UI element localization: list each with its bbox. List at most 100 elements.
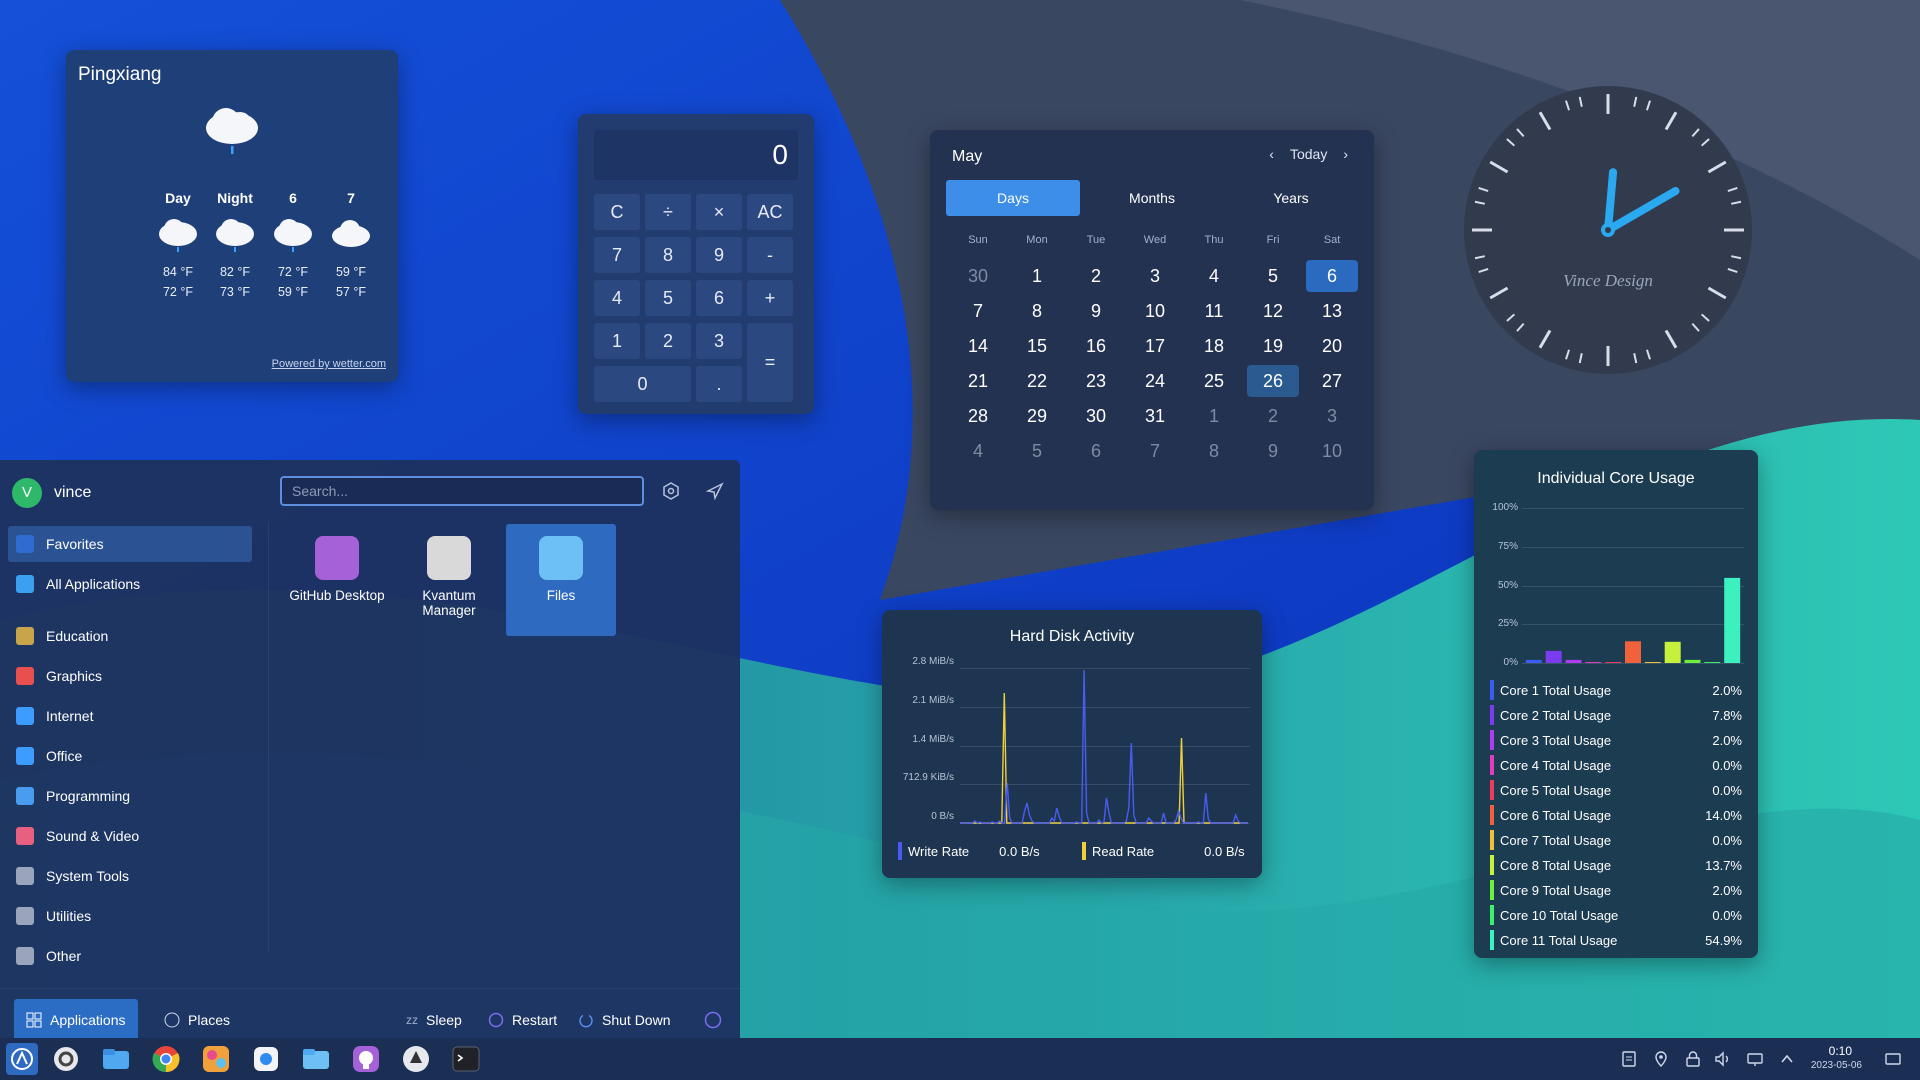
tab-days[interactable]: Days bbox=[946, 180, 1080, 216]
sidebar-item-other[interactable]: Other bbox=[8, 938, 252, 974]
taskbar-terminal[interactable] bbox=[450, 1043, 482, 1075]
calendar-day[interactable]: 7 bbox=[1129, 435, 1181, 467]
calendar-day[interactable]: 20 bbox=[1306, 330, 1358, 362]
calendar-day[interactable]: 13 bbox=[1306, 295, 1358, 327]
calendar-day[interactable]: 2 bbox=[1070, 260, 1122, 292]
chevron-left-icon[interactable]: ‹ bbox=[1269, 146, 1274, 162]
calendar-day[interactable]: 1 bbox=[1188, 400, 1240, 432]
lock-icon[interactable] bbox=[1684, 1050, 1702, 1068]
location-icon[interactable] bbox=[1652, 1050, 1670, 1068]
restart-button[interactable]: Restart bbox=[488, 999, 557, 1041]
taskbar-system-settings[interactable] bbox=[50, 1043, 82, 1075]
calendar-day[interactable]: 12 bbox=[1247, 295, 1299, 327]
calc-key-8[interactable]: 8 bbox=[645, 237, 691, 273]
avatar[interactable]: V bbox=[12, 478, 42, 508]
sidebar-item-internet[interactable]: Internet bbox=[8, 698, 252, 734]
taskbar-time[interactable]: 0:10 bbox=[1829, 1044, 1852, 1058]
network-icon[interactable] bbox=[1746, 1050, 1764, 1068]
calendar-day[interactable]: 24 bbox=[1129, 365, 1181, 397]
app-files[interactable]: Files bbox=[506, 524, 616, 636]
calendar-day[interactable]: 28 bbox=[952, 400, 1004, 432]
sidebar-item-sound-video[interactable]: Sound & Video bbox=[8, 818, 252, 854]
sidebar-item-system-tools[interactable]: System Tools bbox=[8, 858, 252, 894]
calendar-day[interactable]: 10 bbox=[1306, 435, 1358, 467]
calendar-day[interactable]: 15 bbox=[1011, 330, 1063, 362]
more-options-button[interactable] bbox=[704, 999, 722, 1041]
taskbar-file-manager[interactable] bbox=[100, 1043, 132, 1075]
calendar-day[interactable]: 16 bbox=[1070, 330, 1122, 362]
calendar-day[interactable]: 14 bbox=[952, 330, 1004, 362]
calendar-day[interactable]: 9 bbox=[1247, 435, 1299, 467]
sidebar-item-education[interactable]: Education bbox=[8, 618, 252, 654]
launcher-button[interactable] bbox=[6, 1043, 38, 1075]
sidebar-item-favorites[interactable]: Favorites bbox=[8, 526, 252, 562]
app-kvantum-manager[interactable]: Kvantum Manager bbox=[394, 524, 504, 636]
calc-key-equals[interactable]: = bbox=[747, 323, 793, 402]
sidebar-item-graphics[interactable]: Graphics bbox=[8, 658, 252, 694]
calc-key-clear[interactable]: C bbox=[594, 194, 640, 230]
calendar-day[interactable]: 18 bbox=[1188, 330, 1240, 362]
sidebar-item-utilities[interactable]: Utilities bbox=[8, 898, 252, 934]
calendar-day[interactable]: 17 bbox=[1129, 330, 1181, 362]
calendar-day[interactable]: 29 bbox=[1011, 400, 1063, 432]
calendar-day[interactable]: 21 bbox=[952, 365, 1004, 397]
weather-source-link[interactable]: Powered by wetter.com bbox=[272, 358, 386, 370]
shutdown-button[interactable]: Shut Down bbox=[578, 999, 670, 1041]
pin-icon[interactable] bbox=[704, 480, 726, 502]
taskbar-date[interactable]: 2023-05-06 bbox=[1811, 1060, 1862, 1071]
calendar-day[interactable]: 6 bbox=[1306, 260, 1358, 292]
settings-hex-icon[interactable] bbox=[660, 480, 682, 502]
calendar-day[interactable]: 2 bbox=[1247, 400, 1299, 432]
calendar-day[interactable]: 9 bbox=[1070, 295, 1122, 327]
calc-key-minus[interactable]: - bbox=[747, 237, 793, 273]
calc-key-plus[interactable]: + bbox=[747, 280, 793, 316]
calc-key-2[interactable]: 2 bbox=[645, 323, 691, 359]
calendar-day[interactable]: 5 bbox=[1011, 435, 1063, 467]
calendar-day[interactable]: 8 bbox=[1188, 435, 1240, 467]
calendar-day[interactable]: 8 bbox=[1011, 295, 1063, 327]
taskbar-files[interactable] bbox=[300, 1043, 332, 1075]
taskbar-chrome[interactable] bbox=[150, 1043, 182, 1075]
app-github-desktop[interactable]: GitHub Desktop bbox=[282, 524, 392, 636]
places-button[interactable]: Places bbox=[164, 999, 230, 1041]
calendar-day[interactable]: 4 bbox=[952, 435, 1004, 467]
sidebar-item-office[interactable]: Office bbox=[8, 738, 252, 774]
calendar-day[interactable]: 23 bbox=[1070, 365, 1122, 397]
taskbar-kvantum[interactable] bbox=[400, 1043, 432, 1075]
calc-key-all-clear[interactable]: AC bbox=[747, 194, 793, 230]
calendar-day[interactable]: 26 bbox=[1247, 365, 1299, 397]
calendar-day[interactable]: 22 bbox=[1011, 365, 1063, 397]
calc-key-3[interactable]: 3 bbox=[696, 323, 742, 359]
taskbar-github-desktop[interactable] bbox=[350, 1043, 382, 1075]
applications-button[interactable]: Applications bbox=[14, 999, 138, 1041]
calendar-day[interactable]: 7 bbox=[952, 295, 1004, 327]
calc-key-7[interactable]: 7 bbox=[594, 237, 640, 273]
taskbar-image-viewer[interactable] bbox=[200, 1043, 232, 1075]
calendar-day[interactable]: 30 bbox=[1070, 400, 1122, 432]
calc-key-multiply[interactable]: × bbox=[696, 194, 742, 230]
tab-years[interactable]: Years bbox=[1224, 180, 1358, 216]
chevron-right-icon[interactable]: › bbox=[1343, 146, 1348, 162]
clipboard-icon[interactable] bbox=[1620, 1050, 1638, 1068]
calendar-day[interactable]: 10 bbox=[1129, 295, 1181, 327]
calendar-day[interactable]: 4 bbox=[1188, 260, 1240, 292]
calendar-day[interactable]: 3 bbox=[1129, 260, 1181, 292]
calc-key-5[interactable]: 5 bbox=[645, 280, 691, 316]
calendar-day[interactable]: 19 bbox=[1247, 330, 1299, 362]
calc-key-1[interactable]: 1 bbox=[594, 323, 640, 359]
search-input[interactable] bbox=[280, 476, 644, 506]
sidebar-item-programming[interactable]: Programming bbox=[8, 778, 252, 814]
calc-key-9[interactable]: 9 bbox=[696, 237, 742, 273]
taskbar-screenshot[interactable] bbox=[250, 1043, 282, 1075]
calc-key-divide[interactable]: ÷ bbox=[645, 194, 691, 230]
calc-key-4[interactable]: 4 bbox=[594, 280, 640, 316]
calc-key-6[interactable]: 6 bbox=[696, 280, 742, 316]
calendar-day[interactable]: 1 bbox=[1011, 260, 1063, 292]
calendar-day[interactable]: 25 bbox=[1188, 365, 1240, 397]
today-button[interactable]: Today bbox=[1290, 146, 1327, 162]
sidebar-item-all-applications[interactable]: All Applications bbox=[8, 566, 252, 602]
calendar-day[interactable]: 3 bbox=[1306, 400, 1358, 432]
volume-icon[interactable] bbox=[1714, 1050, 1732, 1068]
calendar-day[interactable]: 5 bbox=[1247, 260, 1299, 292]
calendar-day[interactable]: 27 bbox=[1306, 365, 1358, 397]
